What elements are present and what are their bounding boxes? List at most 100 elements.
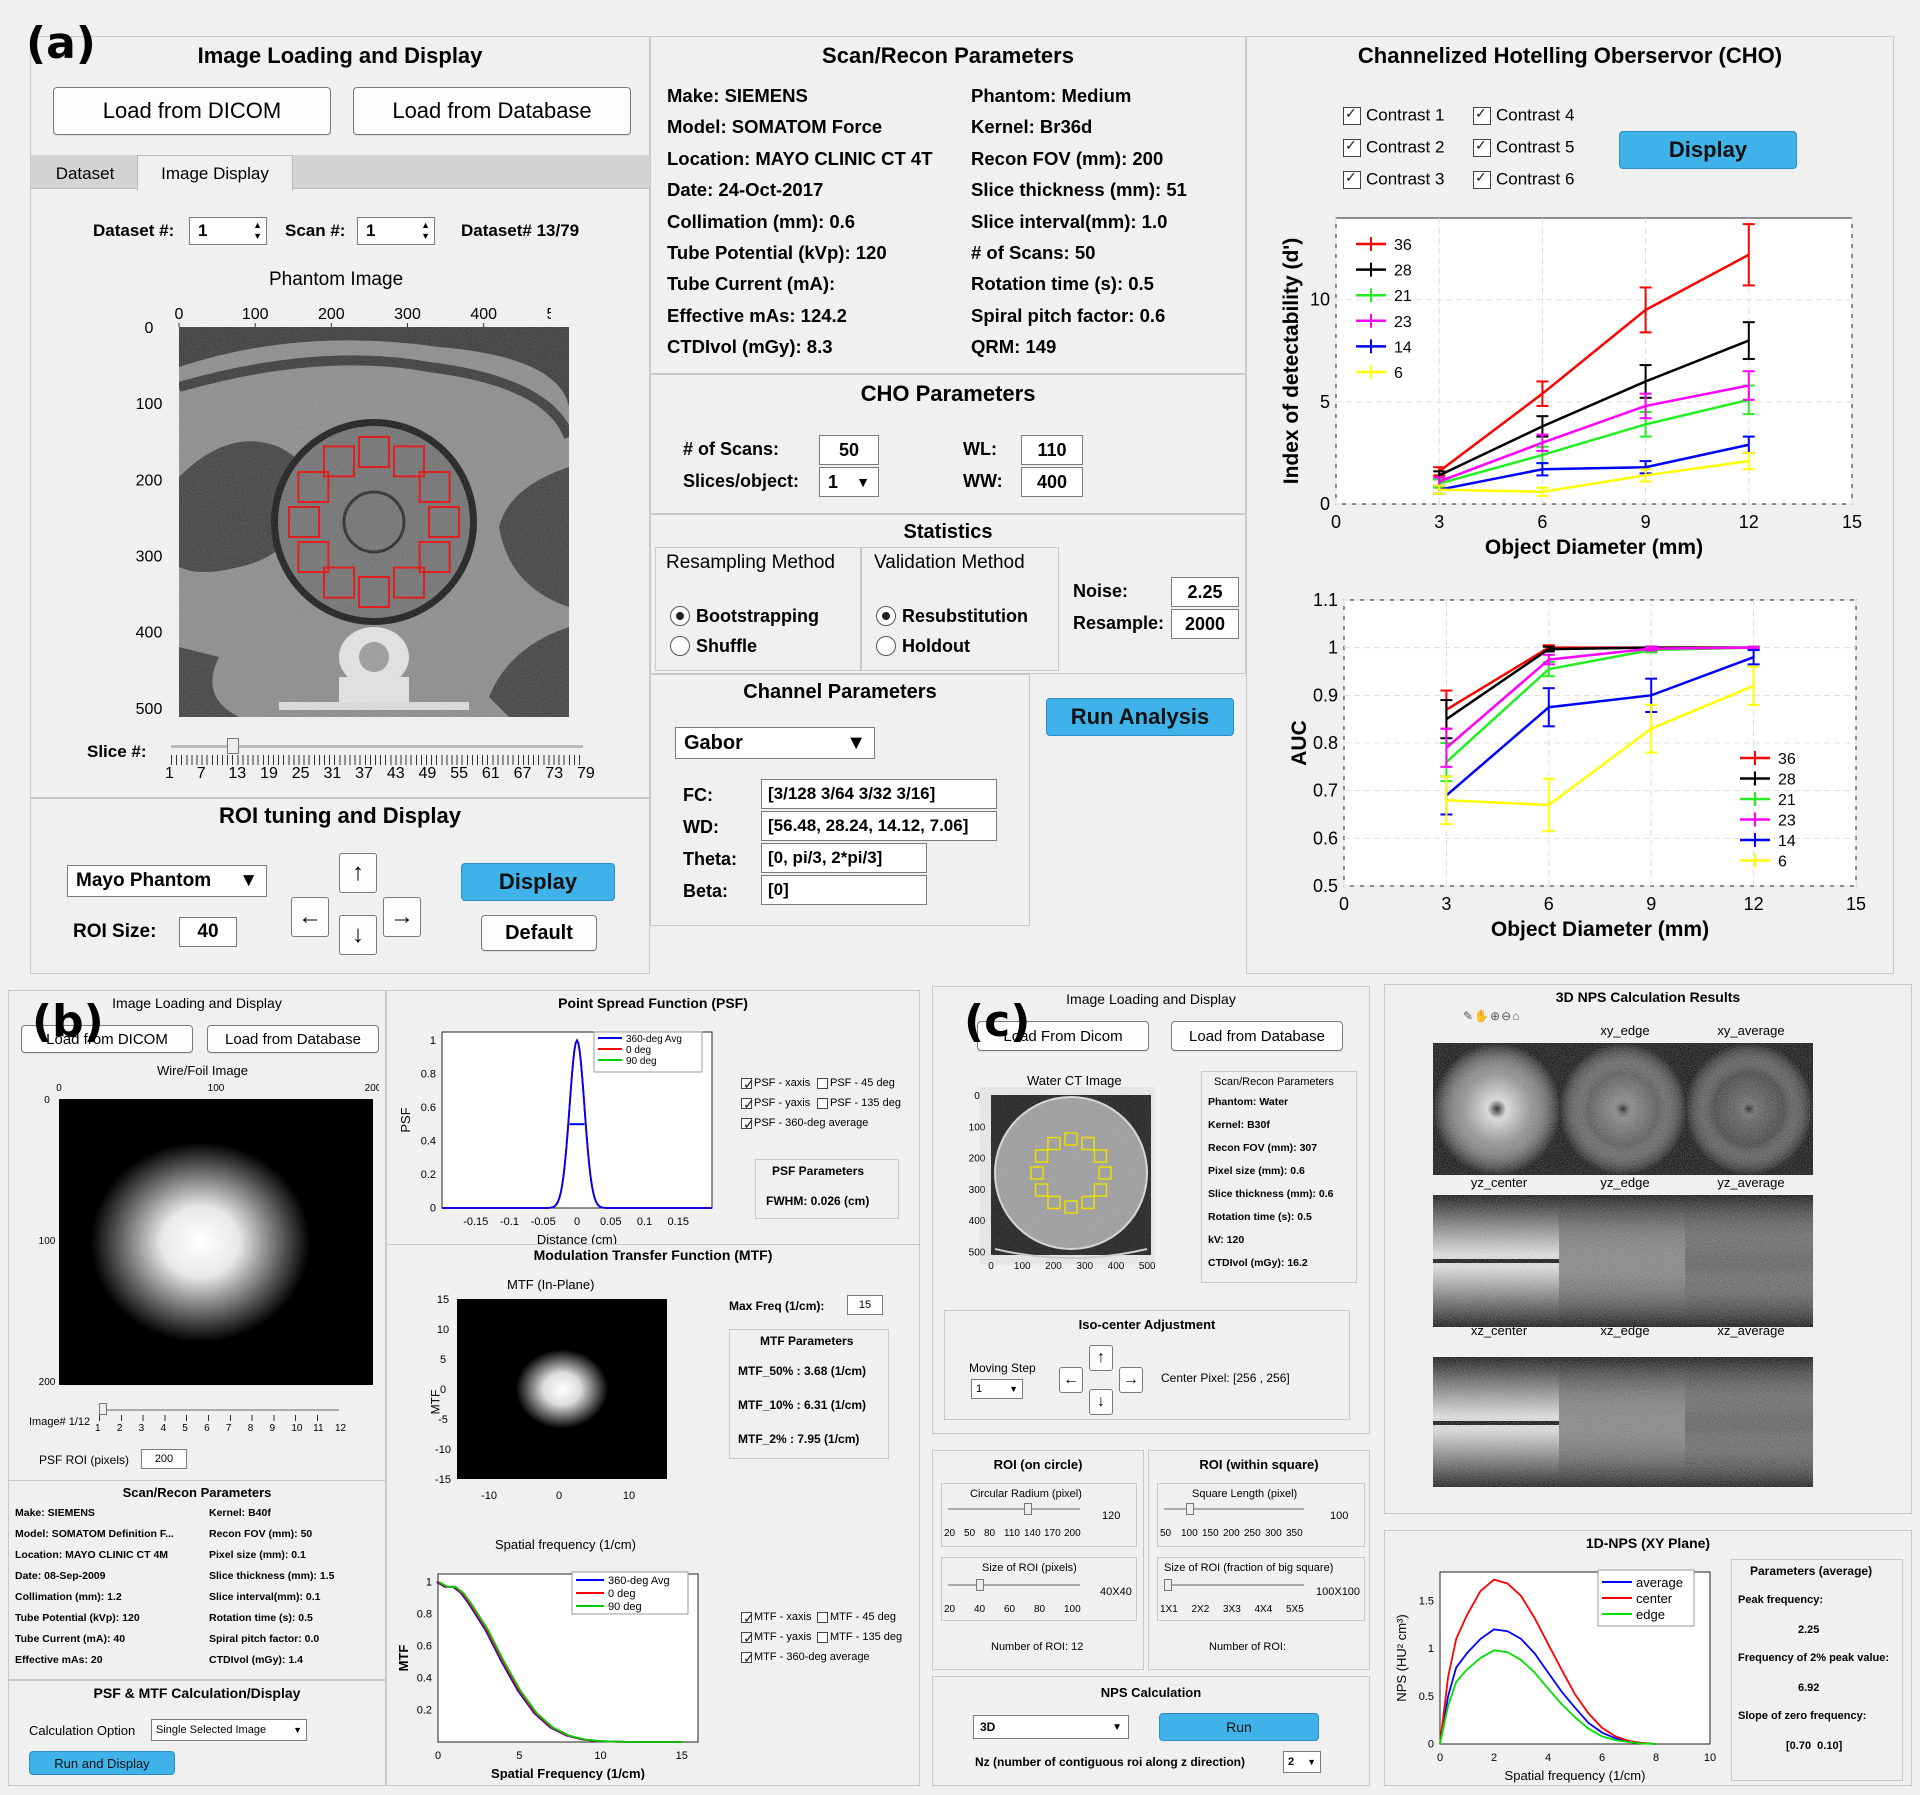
sqsize-slider[interactable] — [1164, 1579, 1304, 1600]
slice-slider-thumb[interactable] — [227, 738, 239, 754]
b-load-database-button[interactable]: Load from Database — [207, 1025, 379, 1053]
scan-param: Phantom: Medium — [971, 85, 1132, 106]
iso-down-button[interactable]: ↓ — [1089, 1389, 1113, 1415]
wl-field[interactable]: 110 — [1021, 435, 1083, 465]
plot-checkbox[interactable]: PSF - xaxis — [741, 1076, 810, 1093]
plot-checkbox[interactable]: MTF - 135 deg — [817, 1631, 902, 1643]
roi-up-button[interactable]: ↑ — [339, 853, 377, 893]
roi-left-button[interactable]: ← — [291, 897, 329, 937]
plot-checkbox[interactable]: PSF - yaxis — [741, 1096, 810, 1113]
checkbox-checked-icon[interactable] — [741, 1610, 755, 1627]
plot-checkbox[interactable]: PSF - 360-deg average — [741, 1116, 868, 1133]
noise-field[interactable]: 2.25 — [1171, 577, 1239, 607]
plot-checkbox[interactable]: PSF - 135 deg — [817, 1097, 901, 1109]
checkbox-unchecked-icon[interactable] — [817, 1097, 828, 1109]
dataset-spinner[interactable]: 1 ▲ ▼ — [189, 217, 267, 245]
phantom-select[interactable]: Mayo Phantom ▼ — [67, 865, 267, 897]
wd-field[interactable]: [56.48, 28.24, 14.12, 7.06] — [761, 811, 997, 841]
contrast-checkbox[interactable]: Contrast 4 — [1473, 105, 1574, 126]
scan-spinner[interactable]: 1 ▲ ▼ — [357, 217, 435, 245]
radius-slider-thumb[interactable] — [1024, 1503, 1032, 1515]
contrast-checkbox[interactable]: Contrast 6 — [1473, 169, 1574, 190]
calc-option-select[interactable]: Single Selected Image ▼ — [151, 1719, 307, 1741]
contrast-checkbox[interactable]: Contrast 2 — [1343, 137, 1444, 158]
checkbox-unchecked-icon[interactable] — [817, 1077, 828, 1089]
nz-select[interactable]: 2 ▼ — [1283, 1751, 1321, 1773]
iso-up-button[interactable]: ↑ — [1089, 1345, 1113, 1371]
resubstitution-radio[interactable] — [876, 606, 896, 626]
load-dicom-button[interactable]: Load from DICOM — [53, 87, 331, 135]
num-scans-field[interactable]: 50 — [819, 435, 879, 465]
checkbox-checked-icon[interactable] — [1473, 105, 1491, 125]
checkbox-checked-icon[interactable] — [741, 1650, 755, 1667]
contrast-checkbox[interactable]: Contrast 1 — [1343, 105, 1444, 126]
ww-field[interactable]: 400 — [1021, 467, 1083, 497]
roi-size-slider-thumb[interactable] — [976, 1579, 984, 1591]
radius-slider[interactable] — [948, 1503, 1080, 1524]
maxfreq-field[interactable]: 15 — [847, 1295, 883, 1315]
spinner-arrows-icon[interactable]: ▲ ▼ — [253, 220, 262, 242]
tab-image-display[interactable]: Image Display — [137, 155, 293, 191]
checkbox-checked-icon[interactable] — [741, 1630, 755, 1647]
nps-thumbnail — [1559, 1195, 1687, 1327]
bootstrapping-radio[interactable] — [670, 606, 690, 626]
fc-field[interactable]: [3/128 3/64 3/32 3/16] — [761, 779, 997, 809]
slider-tick: 40 — [974, 1604, 986, 1615]
moving-step-select[interactable]: 1 ▼ — [971, 1379, 1023, 1399]
sqsize-slider-thumb[interactable] — [1164, 1579, 1172, 1591]
image-slider-thumb[interactable] — [99, 1403, 107, 1415]
roi-size-slider[interactable] — [948, 1579, 1080, 1600]
roi-default-button[interactable]: Default — [481, 915, 597, 951]
contrast-checkbox[interactable]: Contrast 5 — [1473, 137, 1574, 158]
slider-tick: 20 — [944, 1604, 956, 1615]
c-load-database-button[interactable]: Load from Database — [1171, 1021, 1343, 1051]
resample-field[interactable]: 2000 — [1171, 609, 1239, 639]
plot-checkbox[interactable]: MTF - yaxis — [741, 1630, 811, 1647]
plot-checkbox[interactable]: MTF - xaxis — [741, 1610, 811, 1627]
mtf-panel-title: Modulation Transfer Function (MTF) — [533, 1247, 773, 1263]
checkbox-checked-icon[interactable] — [1343, 137, 1361, 157]
checkbox-checked-icon[interactable] — [1343, 169, 1361, 189]
channel-select[interactable]: Gabor ▼ — [675, 727, 875, 759]
slider-tick: 12 — [335, 1423, 347, 1434]
checkbox-checked-icon[interactable] — [1343, 105, 1361, 125]
scan-panel-title: Scan/Recon Parameters — [822, 43, 1074, 68]
theta-field[interactable]: [0, pi/3, 2*pi/3] — [761, 843, 927, 873]
tab-dataset[interactable]: Dataset — [37, 159, 133, 189]
iso-right-button[interactable]: → — [1119, 1367, 1143, 1393]
beta-field[interactable]: [0] — [761, 875, 927, 905]
run-display-button[interactable]: Run and Display — [29, 1751, 175, 1775]
nps-run-button[interactable]: Run — [1159, 1713, 1319, 1741]
sqlen-slider[interactable] — [1164, 1503, 1304, 1524]
checkbox-checked-icon[interactable] — [1473, 137, 1491, 157]
contrast-checkbox[interactable]: Contrast 3 — [1343, 169, 1444, 190]
checkbox-checked-icon[interactable] — [1473, 169, 1491, 189]
checkbox-unchecked-icon[interactable] — [817, 1611, 828, 1623]
roi-down-button[interactable]: ↓ — [339, 915, 377, 955]
bootstrapping-label: Bootstrapping — [696, 606, 819, 626]
shuffle-radio[interactable] — [670, 636, 690, 656]
plot-checkbox[interactable]: MTF - 45 deg — [817, 1611, 896, 1623]
plot-checkbox[interactable]: MTF - 360-deg average — [741, 1650, 870, 1667]
spinner-arrows-icon[interactable]: ▲ ▼ — [421, 220, 430, 242]
plot-checkbox[interactable]: PSF - 45 deg — [817, 1077, 895, 1089]
load-database-button[interactable]: Load from Database — [353, 87, 631, 135]
holdout-radio[interactable] — [876, 636, 896, 656]
y-tick-label: 0.2 — [421, 1169, 436, 1181]
roi-right-button[interactable]: → — [383, 897, 421, 937]
psf-roi-field[interactable]: 200 — [141, 1449, 187, 1469]
nps-mode-select[interactable]: 3D ▼ — [973, 1715, 1129, 1739]
checkbox-unchecked-icon[interactable] — [817, 1631, 828, 1643]
roi-size-field[interactable]: 40 — [179, 917, 237, 947]
iso-left-button[interactable]: ← — [1059, 1367, 1083, 1393]
slices-object-select[interactable]: 1 ▼ — [819, 467, 879, 497]
slope-value: [0.70 0.10] — [1786, 1740, 1843, 1752]
resampling-box: Resampling Method Bootstrapping Shuffle — [655, 547, 861, 671]
y-tick-label: 1.5 — [1419, 1595, 1434, 1607]
tick-label: 15 — [437, 1294, 449, 1306]
sqlen-slider-thumb[interactable] — [1186, 1503, 1194, 1515]
cho-display-button[interactable]: Display — [1619, 131, 1797, 169]
roi-display-button[interactable]: Display — [461, 863, 615, 901]
run-analysis-button[interactable]: Run Analysis — [1046, 698, 1234, 736]
y-tick-label: 1 — [1328, 638, 1338, 658]
